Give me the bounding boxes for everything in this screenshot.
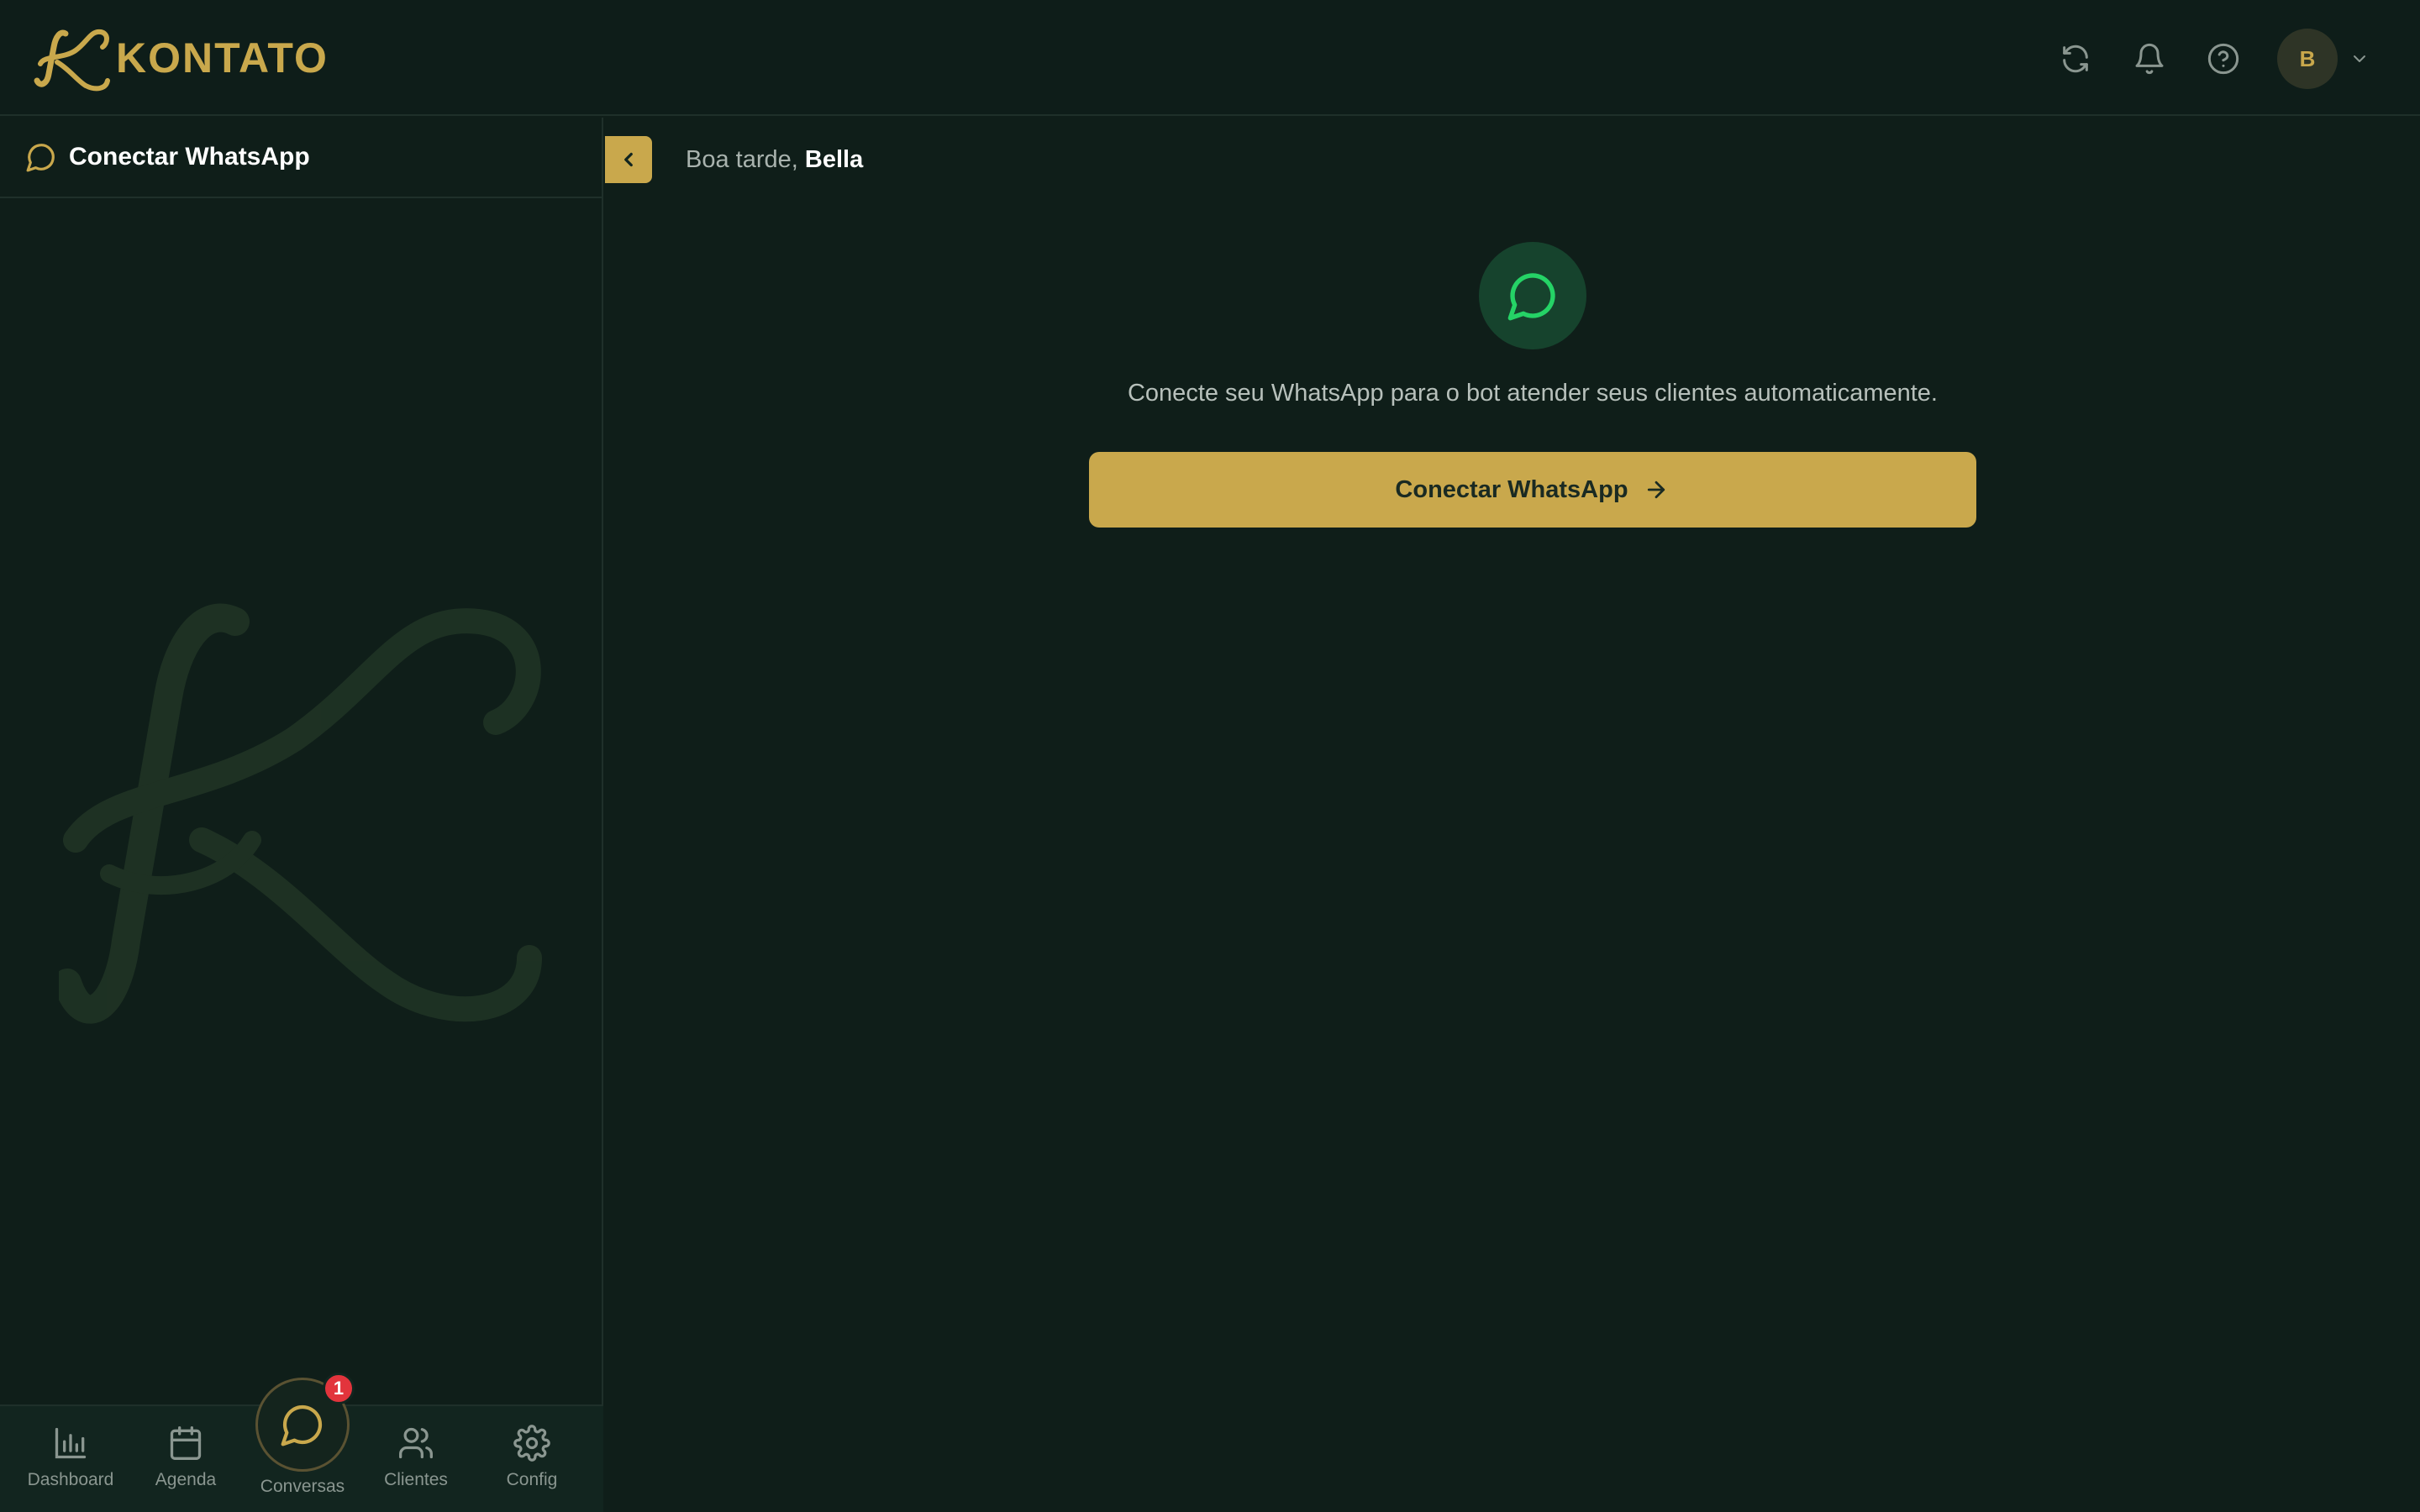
chevron-down-icon[interactable] [2346,45,2373,72]
greeting: Boa tarde, Bella [686,146,863,174]
greeting-prefix: Boa tarde, [686,146,798,173]
refresh-icon[interactable] [2055,39,2096,79]
connect-description: Conecte seu WhatsApp para o bot atender … [1127,380,1938,407]
sidebar-header: Conectar WhatsApp [0,118,602,198]
nav-item-config[interactable]: Config [481,1425,582,1490]
gear-icon [513,1425,550,1462]
kontato-logo-icon [34,29,110,92]
nav-label: Agenda [155,1470,217,1489]
help-icon[interactable] [2203,39,2244,79]
whatsapp-icon-circle [1479,242,1586,349]
nav-label: Clientes [384,1470,448,1489]
chevron-left-icon [624,152,633,167]
nav-item-dashboard[interactable]: Dashboard [20,1425,121,1490]
nav-label: Conversas [260,1477,345,1496]
top-bar: KONTATO B [0,0,2420,116]
chat-bubble-icon [26,144,55,172]
greeting-name: Bella [804,146,864,173]
connect-whatsapp-button[interactable]: Conectar WhatsApp [1089,452,1976,528]
main-content: Boa tarde, Bella Conecte seu WhatsApp pa… [605,118,2420,1512]
brand-logo[interactable]: KONTATO [32,22,329,94]
user-avatar[interactable]: B [2277,29,2338,89]
kontato-watermark-icon [59,603,542,1024]
bottom-nav: Dashboard Agenda 1 Conversas Clientes Co… [0,1373,603,1512]
chat-icon [281,1404,323,1446]
nav-item-clientes[interactable]: Clientes [366,1425,466,1490]
nav-item-agenda[interactable]: Agenda [135,1425,236,1490]
calendar-icon [170,1426,202,1460]
bell-icon[interactable] [2129,39,2170,79]
sidebar-title: Conectar WhatsApp [69,143,310,171]
nav-label: Config [506,1470,558,1489]
nav-label: Dashboard [27,1470,114,1489]
brand-name: KONTATO [116,34,329,81]
bar-chart-icon [55,1427,87,1459]
notification-badge: 1 [323,1373,355,1404]
sidebar: Conectar WhatsApp Dashboard Agenda 1 Con… [0,118,603,1512]
whatsapp-chat-icon [1507,273,1555,321]
connect-button-label: Conectar WhatsApp [1395,475,1628,503]
collapse-sidebar-button[interactable] [605,136,652,183]
users-icon [399,1427,433,1459]
arrow-right-icon [1644,476,1670,503]
top-actions: B [2055,29,2373,89]
